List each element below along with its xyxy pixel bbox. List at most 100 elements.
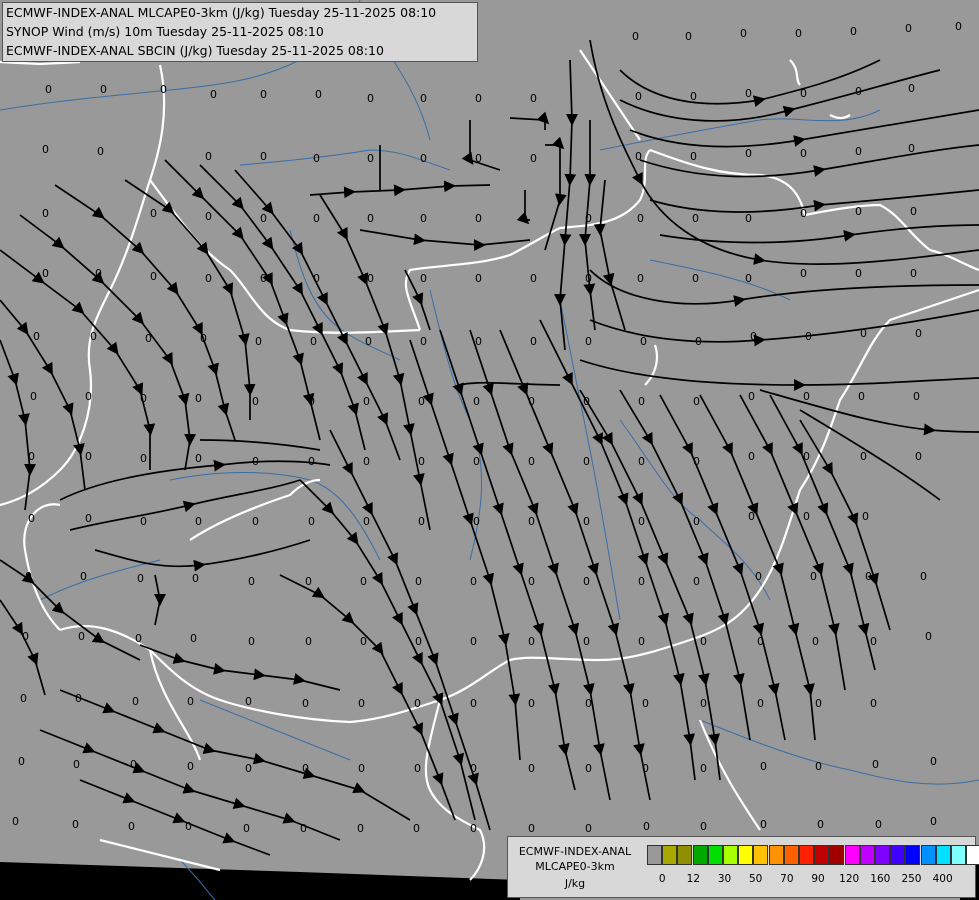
station-value: 0: [810, 570, 817, 583]
station-value: 0: [475, 335, 482, 348]
station-value: 0: [260, 212, 267, 225]
station-value: 0: [685, 30, 692, 43]
station-value: 0: [812, 635, 819, 648]
station-value: 0: [690, 150, 697, 163]
station-value: 0: [693, 455, 700, 468]
station-value: 0: [473, 455, 480, 468]
station-value: 0: [420, 272, 427, 285]
station-value: 0: [800, 87, 807, 100]
station-value: 0: [315, 88, 322, 101]
station-value: 0: [920, 570, 927, 583]
station-value: 0: [860, 450, 867, 463]
station-value: 0: [638, 575, 645, 588]
station-value: 0: [90, 330, 97, 343]
station-value: 0: [205, 272, 212, 285]
station-value: 0: [637, 272, 644, 285]
legend-tick-label: 90: [811, 873, 825, 885]
station-value: 0: [860, 327, 867, 340]
station-value: 0: [357, 822, 364, 835]
station-value: 0: [585, 762, 592, 775]
station-value: 0: [870, 697, 877, 710]
station-value: 0: [910, 205, 917, 218]
station-value: 0: [475, 212, 482, 225]
station-value: 0: [145, 332, 152, 345]
station-value: 0: [632, 30, 639, 43]
legend-tick-label: 0: [658, 873, 666, 885]
station-value: 0: [367, 212, 374, 225]
station-value: 0: [363, 395, 370, 408]
station-value: 0: [470, 575, 477, 588]
legend-tick-label: 50: [748, 873, 763, 885]
station-value: 0: [73, 758, 80, 771]
station-value: 0: [700, 635, 707, 648]
legend-swatch: [692, 845, 708, 865]
station-value: 0: [803, 390, 810, 403]
station-value: 0: [300, 822, 307, 835]
station-value: 0: [72, 818, 79, 831]
station-value: 0: [305, 575, 312, 588]
station-value: 0: [308, 395, 315, 408]
station-value: 0: [42, 207, 49, 220]
station-value: 0: [925, 630, 932, 643]
station-value: 0: [795, 27, 802, 40]
station-value: 0: [692, 272, 699, 285]
station-value: 0: [150, 270, 157, 283]
station-value: 0: [252, 455, 259, 468]
legend-swatch: [905, 845, 921, 865]
station-value: 0: [260, 88, 267, 101]
station-value: 0: [815, 697, 822, 710]
station-value: 0: [913, 390, 920, 403]
station-value: 0: [695, 335, 702, 348]
station-value: 0: [850, 25, 857, 38]
station-value: 0: [185, 820, 192, 833]
station-value: 0: [955, 20, 962, 33]
station-value: 0: [360, 635, 367, 648]
station-value: 0: [42, 267, 49, 280]
station-value: 0: [255, 335, 262, 348]
station-value: 0: [413, 822, 420, 835]
station-value: 0: [760, 818, 767, 831]
station-value: 0: [528, 515, 535, 528]
station-value: 0: [470, 697, 477, 710]
station-value: 0: [855, 85, 862, 98]
station-value: 0: [473, 395, 480, 408]
station-value: 0: [470, 822, 477, 835]
station-value: 0: [420, 212, 427, 225]
station-value: 0: [45, 83, 52, 96]
station-value: 0: [693, 395, 700, 408]
station-value: 0: [245, 762, 252, 775]
station-value: 0: [414, 697, 421, 710]
station-value: 0: [815, 760, 822, 773]
station-value: 0: [367, 152, 374, 165]
legend-swatch: [738, 845, 754, 865]
station-value: 0: [310, 335, 317, 348]
station-value: 0: [693, 515, 700, 528]
title-box: ECMWF-INDEX-ANAL MLCAPE0-3km (J/kg) Tues…: [2, 2, 478, 62]
legend-swatch: [890, 845, 906, 865]
station-value: 0: [420, 92, 427, 105]
legend-subtitle: MLCAPE0-3km: [535, 860, 615, 873]
legend-swatch: [859, 845, 875, 865]
station-value: 0: [470, 635, 477, 648]
station-value: 0: [308, 515, 315, 528]
station-value: 0: [585, 212, 592, 225]
station-value: 0: [187, 695, 194, 708]
station-value: 0: [530, 92, 537, 105]
legend-tick-label: 12: [686, 873, 701, 885]
station-value: 0: [908, 82, 915, 95]
legend-unit: J/kg: [564, 877, 586, 890]
station-value: 0: [418, 455, 425, 468]
station-value: 0: [748, 510, 755, 523]
station-value: 0: [195, 392, 202, 405]
station-value: 0: [700, 697, 707, 710]
station-value: 0: [25, 570, 32, 583]
station-value: 0: [583, 515, 590, 528]
station-value: 0: [757, 697, 764, 710]
station-value: 0: [638, 395, 645, 408]
station-value: 0: [367, 92, 374, 105]
station-value: 0: [585, 822, 592, 835]
legend-swatch: [829, 845, 845, 865]
station-value: 0: [305, 635, 312, 648]
station-value: 0: [585, 272, 592, 285]
legend-swatch: [707, 845, 723, 865]
